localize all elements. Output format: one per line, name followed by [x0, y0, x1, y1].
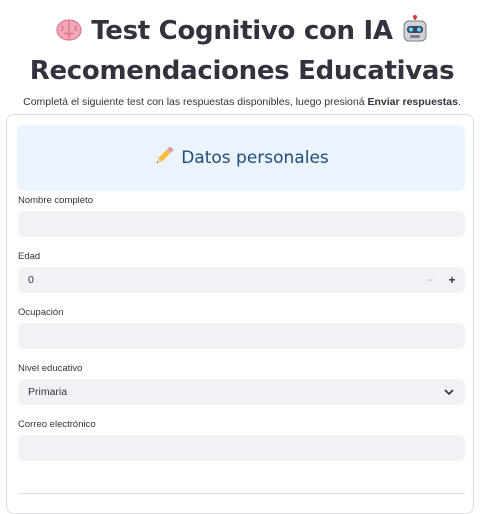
pencil-icon: [153, 145, 175, 172]
brain-icon: [55, 15, 83, 43]
name-label: Nombre completo: [18, 195, 93, 206]
education-selected-value: Primaria: [28, 386, 68, 398]
education-label: Nivel educativo: [18, 363, 83, 374]
education-select[interactable]: Primaria: [18, 379, 465, 405]
title-line-2: Recomendaciones Educativas: [29, 56, 455, 86]
age-stepper[interactable]: 0 − +: [18, 267, 465, 293]
intro-text: Completá el siguiente test con las respu…: [0, 96, 484, 108]
title-line-1: Test Cognitivo con IA: [91, 16, 393, 46]
occupation-input[interactable]: [18, 323, 465, 349]
form-card: Datos personales Nombre completo Edad 0 …: [6, 114, 474, 514]
section-title: Datos personales: [181, 148, 329, 168]
email-input[interactable]: [18, 435, 465, 461]
name-input[interactable]: [18, 211, 465, 237]
page-header: Test Cognitivo con IA Recomendaciones Ed…: [0, 14, 484, 88]
divider: [18, 493, 465, 494]
age-value[interactable]: 0: [28, 274, 34, 286]
section-header: Datos personales: [17, 125, 465, 191]
robot-icon: [401, 15, 429, 43]
chevron-down-icon[interactable]: [443, 386, 455, 401]
increment-button[interactable]: +: [441, 267, 463, 293]
occupation-label: Ocupación: [18, 307, 64, 318]
email-label: Correo electrónico: [18, 419, 96, 430]
age-label: Edad: [18, 251, 41, 262]
intro-text-bold: Enviar respuestas: [367, 96, 458, 108]
intro-text-suffix: .: [457, 96, 461, 108]
intro-text-prefix: Completá el siguiente test con las respu…: [23, 96, 368, 108]
page-title: Test Cognitivo con IA: [0, 14, 484, 48]
decrement-button[interactable]: −: [419, 267, 441, 293]
